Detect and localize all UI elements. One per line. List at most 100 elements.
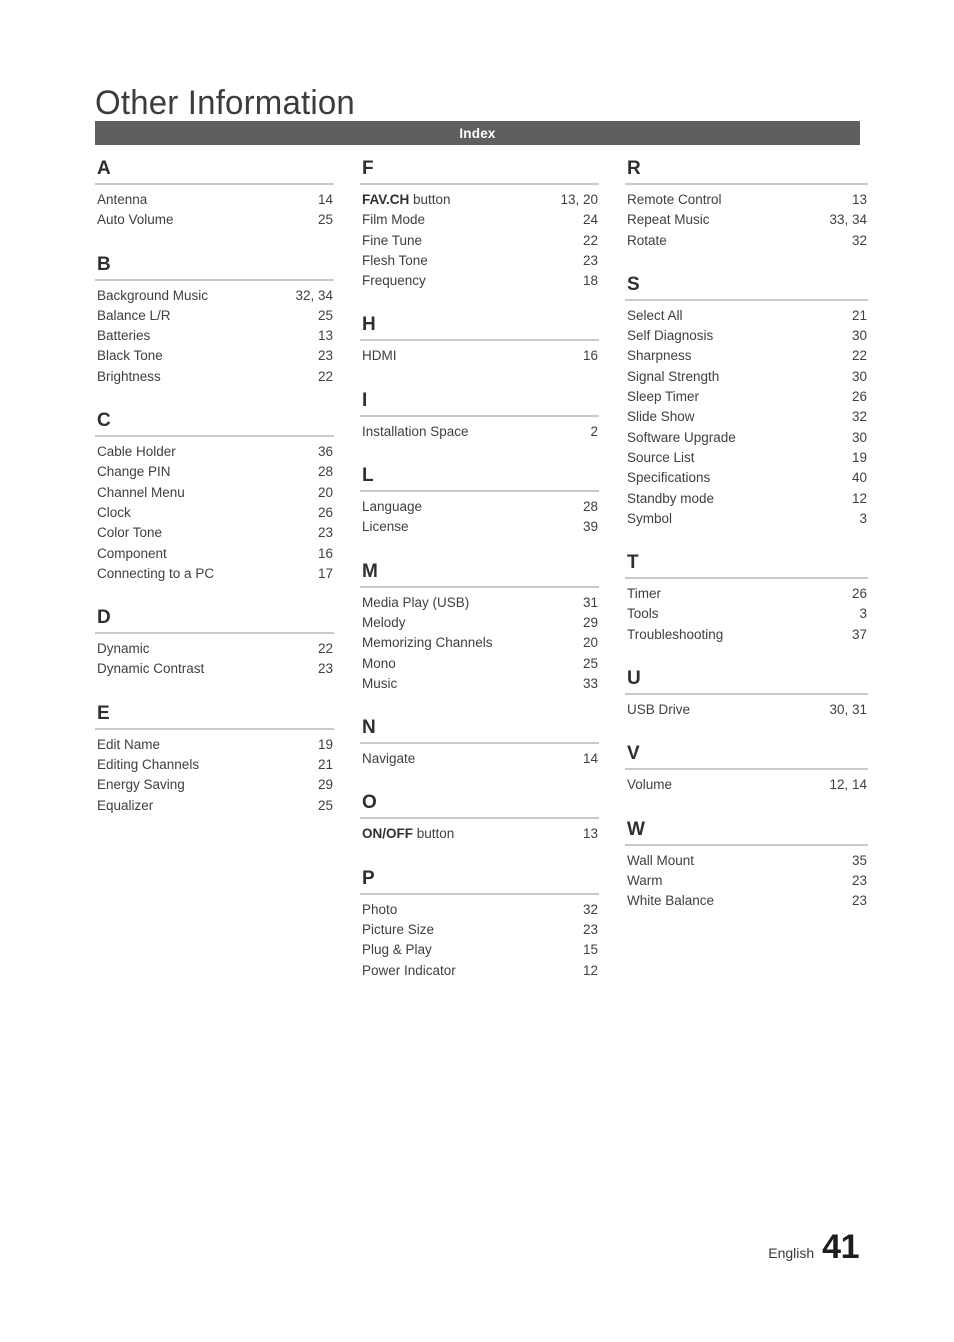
index-entry[interactable]: Plug & Play 15 bbox=[360, 940, 599, 960]
index-entry-label: Source List bbox=[627, 449, 695, 465]
index-entry-label: Self Diagnosis bbox=[627, 328, 714, 344]
index-entry[interactable]: Dynamic Contrast 23 bbox=[95, 659, 334, 679]
index-entry-page-number: 26 bbox=[851, 586, 867, 602]
index-entry-page-number: 30, 31 bbox=[829, 702, 867, 718]
index-entry[interactable]: Installation Space 2 bbox=[360, 422, 599, 442]
index-entry[interactable]: Channel Menu 20 bbox=[95, 483, 334, 503]
index-entry[interactable]: Melody 29 bbox=[360, 613, 599, 633]
index-entry-page-number: 26 bbox=[851, 389, 867, 405]
index-group-letter: S bbox=[627, 273, 640, 295]
index-entry-label: Mono bbox=[362, 655, 396, 671]
index-entry-label-emphasis: ON/OFF bbox=[362, 826, 413, 842]
index-entry[interactable]: White Balance 23 bbox=[625, 891, 868, 911]
index-entry[interactable]: Timer 26 bbox=[625, 584, 868, 604]
index-entry[interactable]: Cable Holder 36 bbox=[95, 442, 334, 462]
index-entry[interactable]: Mono 25 bbox=[360, 654, 599, 674]
index-entry[interactable]: Software Upgrade 30 bbox=[625, 428, 868, 448]
index-entry[interactable]: Media Play (USB) 31 bbox=[360, 593, 599, 613]
index-entry[interactable]: Black Tone 23 bbox=[95, 346, 334, 366]
index-entry[interactable]: Signal Strength 30 bbox=[625, 367, 868, 387]
page-footer: English 41 bbox=[768, 1230, 859, 1264]
index-entry[interactable]: Flesh Tone 23 bbox=[360, 251, 599, 271]
index-entry[interactable]: Memorizing Channels 20 bbox=[360, 633, 599, 653]
index-entry[interactable]: Balance L/R 25 bbox=[95, 306, 334, 326]
index-group-v: V Volume 12, 14 bbox=[625, 743, 868, 795]
index-entry-page-number: 28 bbox=[317, 464, 333, 480]
index-entry-label: Media Play (USB) bbox=[362, 594, 470, 610]
index-entry[interactable]: Dynamic 22 bbox=[95, 639, 334, 659]
index-entry[interactable]: Navigate 14 bbox=[360, 749, 599, 769]
index-entry[interactable]: USB Drive 30, 31 bbox=[625, 700, 868, 720]
index-entry[interactable]: Slide Show 32 bbox=[625, 407, 868, 427]
index-entry[interactable]: Music 33 bbox=[360, 674, 599, 694]
index-entry[interactable]: Auto Volume 25 bbox=[95, 210, 334, 230]
index-entry[interactable]: Edit Name 19 bbox=[95, 735, 334, 755]
index-entry[interactable]: Specifications 40 bbox=[625, 468, 868, 488]
index-entry[interactable]: Sharpness 22 bbox=[625, 346, 868, 366]
index-entry[interactable]: Rotate 32 bbox=[625, 231, 868, 251]
index-entry-label-rest: button bbox=[413, 826, 455, 842]
index-entry-label: Repeat Music bbox=[627, 212, 710, 228]
index-entry[interactable]: Wall Mount 35 bbox=[625, 851, 868, 871]
index-entry[interactable]: Change PIN 28 bbox=[95, 462, 334, 482]
index-group-p: P Photo 32 Picture Size 23 Plug & Play 15 Power… bbox=[360, 868, 599, 981]
index-entry[interactable]: Background Music 32, 34 bbox=[95, 286, 334, 306]
index-entry[interactable]: Film Mode 24 bbox=[360, 210, 599, 230]
index-entry-page-number: 32 bbox=[851, 409, 867, 425]
index-entry[interactable]: Troubleshooting 37 bbox=[625, 625, 868, 645]
index-entry[interactable]: Select All 21 bbox=[625, 306, 868, 326]
index-entry[interactable]: Self Diagnosis 30 bbox=[625, 326, 868, 346]
index-entry[interactable]: Remote Control 13 bbox=[625, 190, 868, 210]
index-entry-page-number: 14 bbox=[317, 192, 333, 207]
index-entry[interactable]: Brightness 22 bbox=[95, 367, 334, 387]
index-entry[interactable]: Component 16 bbox=[95, 544, 334, 564]
index-entry[interactable]: Frequency 18 bbox=[360, 271, 599, 291]
index-entry[interactable]: License 39 bbox=[360, 517, 599, 537]
footer-page-number: 41 bbox=[822, 1228, 859, 1266]
index-entry[interactable]: Symbol 3 bbox=[625, 509, 868, 529]
index-entry-page-number: 22 bbox=[317, 368, 333, 384]
index-entry[interactable]: Clock 26 bbox=[95, 503, 334, 523]
index-group-divider bbox=[360, 742, 599, 745]
index-entry[interactable]: FAV.CH button 13, 20 bbox=[360, 190, 599, 210]
index-entry-page-number: 19 bbox=[317, 736, 333, 752]
index-entry-label: Energy Saving bbox=[97, 777, 185, 793]
index-entry[interactable]: Photo 32 bbox=[360, 900, 599, 920]
index-entry[interactable]: Warm 23 bbox=[625, 871, 868, 891]
index-entry[interactable]: Connecting to a PC 17 bbox=[95, 564, 334, 584]
index-entry-label: Clock bbox=[97, 504, 131, 520]
index-entry[interactable]: Standby mode 12 bbox=[625, 489, 868, 509]
index-entry[interactable]: Sleep Timer 26 bbox=[625, 387, 868, 407]
index-group-f: F FAV.CH button 13, 20 Film Mode 24 Fine Tune… bbox=[360, 158, 599, 291]
index-entry[interactable]: Antenna 14 bbox=[95, 190, 334, 210]
index-group-r: R Remote Control 13 Repeat Music 33, 34 Rotat… bbox=[625, 158, 868, 251]
index-entry-label: ON/OFF button bbox=[360, 824, 583, 844]
index-group-divider bbox=[625, 183, 868, 185]
index-entry-label: Balance L/R bbox=[97, 307, 171, 323]
index-entry[interactable]: Editing Channels 21 bbox=[95, 755, 334, 775]
index-entry[interactable]: Repeat Music 33, 34 bbox=[625, 210, 868, 230]
index-entry[interactable]: Source List 19 bbox=[625, 448, 868, 468]
index-entry-label: Brightness bbox=[97, 368, 161, 384]
index-entry[interactable]: Energy Saving 29 bbox=[95, 775, 334, 795]
index-entry-label: Software Upgrade bbox=[627, 429, 736, 445]
index-entry[interactable]: Color Tone 23 bbox=[95, 523, 334, 543]
index-entry[interactable]: ON/OFF button 13 bbox=[360, 824, 599, 844]
index-entry-page-number: 29 bbox=[582, 614, 598, 630]
index-entry[interactable]: Volume 12, 14 bbox=[625, 775, 868, 795]
index-entry-label: Black Tone bbox=[97, 348, 163, 364]
index-entry[interactable]: Batteries 13 bbox=[95, 326, 334, 346]
index-entry[interactable]: Tools 3 bbox=[625, 604, 868, 624]
page-title: Other Information bbox=[95, 83, 355, 122]
index-entry[interactable]: Fine Tune 22 bbox=[360, 231, 599, 251]
index-entry[interactable]: Picture Size 23 bbox=[360, 920, 599, 940]
index-entry[interactable]: Equalizer 25 bbox=[95, 796, 334, 816]
index-entry[interactable]: HDMI 16 bbox=[360, 346, 599, 366]
index-column-2: F FAV.CH button 13, 20 Film Mode 24 Fine Tune… bbox=[360, 158, 599, 981]
index-group-letter: L bbox=[362, 465, 374, 487]
index-group-divider bbox=[95, 435, 334, 438]
index-entry[interactable]: Power Indicator 12 bbox=[360, 961, 599, 981]
index-entry[interactable]: Language 28 bbox=[360, 497, 599, 517]
index-entry-page-number: 30 bbox=[851, 328, 867, 344]
index-entry-label: Plug & Play bbox=[362, 942, 432, 958]
